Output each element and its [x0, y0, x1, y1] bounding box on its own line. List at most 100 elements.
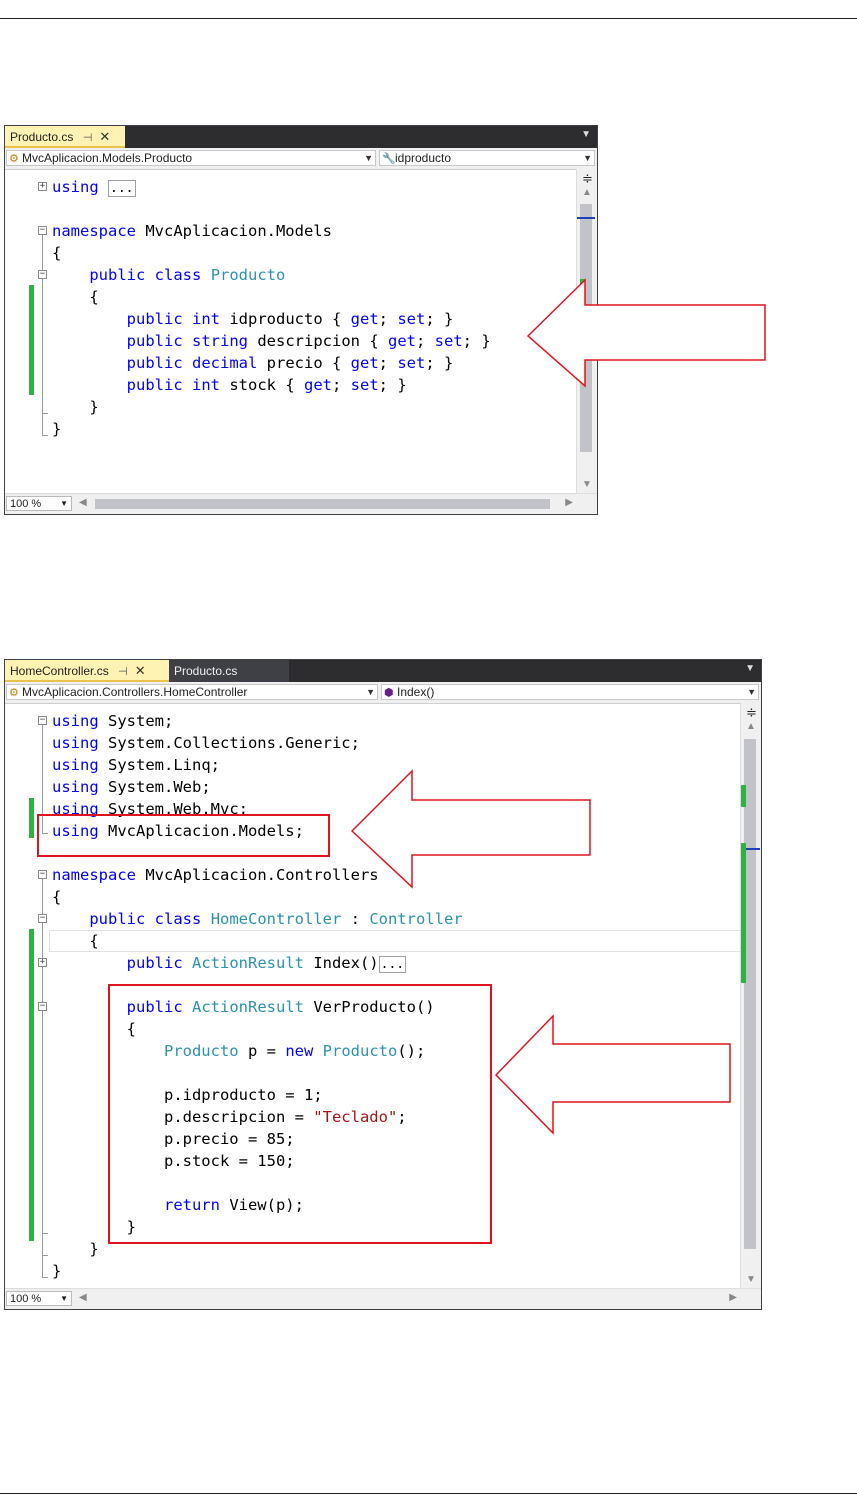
document-tab-bar: HomeController.cs ⊣ ✕ Producto.cs ▼: [5, 660, 761, 682]
chevron-down-icon: ▼: [583, 153, 592, 163]
pin-icon[interactable]: ⊣: [112, 666, 128, 678]
code-line[interactable]: }: [52, 396, 98, 418]
member-selector[interactable]: ⬢ Index() ▼: [381, 684, 759, 700]
code-token: using: [52, 778, 99, 796]
member-selector[interactable]: 🔧idproducto ▼: [379, 150, 595, 166]
collapse-icon[interactable]: −: [38, 226, 47, 235]
scroll-down-icon[interactable]: ▼: [582, 479, 592, 490]
code-line[interactable]: public class Producto: [52, 264, 285, 286]
split-icon[interactable]: ≑: [746, 705, 757, 721]
outline-guide: [42, 279, 43, 413]
scroll-right-icon[interactable]: ▶: [729, 1292, 737, 1303]
scroll-thumb[interactable]: [744, 739, 756, 1249]
code-line[interactable]: public int idproducto { get; set; }: [52, 308, 454, 330]
code-line[interactable]: {: [52, 286, 98, 308]
collapsed-region[interactable]: ...: [108, 180, 136, 197]
code-token: Index(): [303, 954, 379, 972]
close-icon[interactable]: ✕: [131, 663, 146, 678]
pin-icon[interactable]: ⊣: [77, 132, 93, 144]
close-icon[interactable]: ✕: [96, 129, 110, 144]
change-marker: [741, 785, 746, 807]
code-line[interactable]: public class HomeController : Controller: [52, 908, 462, 930]
code-area[interactable]: using ... namespace MvcAplicacion.Models {…: [5, 169, 577, 494]
code-line[interactable]: using ...: [52, 176, 136, 200]
code-token: System;: [98, 712, 174, 730]
scroll-up-icon[interactable]: ▲: [746, 721, 756, 732]
scroll-down-icon[interactable]: ▼: [746, 1274, 756, 1285]
code-line[interactable]: }: [52, 1238, 98, 1260]
code-token: public: [89, 266, 146, 284]
tab-producto-cs[interactable]: Producto.cs: [169, 660, 289, 682]
tab-homecontroller-cs[interactable]: HomeController.cs ⊣ ✕: [5, 660, 169, 682]
expand-icon[interactable]: +: [38, 182, 47, 191]
outline-guide: [42, 1277, 48, 1278]
code-token: using: [52, 756, 99, 774]
code-line[interactable]: namespace MvcAplicacion.Models: [52, 220, 332, 242]
code-line[interactable]: public ActionResult Index()...: [52, 952, 407, 976]
chevron-down-icon: ▼: [60, 1294, 68, 1303]
code-line[interactable]: {: [52, 886, 61, 908]
document-tab-bar: Producto.cs ⊣ ✕ ▼: [5, 126, 597, 148]
code-token: Producto: [210, 266, 286, 284]
collapse-icon[interactable]: −: [38, 870, 47, 879]
scroll-right-icon[interactable]: ▶: [565, 497, 573, 508]
scroll-left-icon[interactable]: ◀: [79, 1292, 87, 1303]
split-icon[interactable]: ≑: [582, 171, 593, 187]
outline-guide: [42, 435, 48, 436]
code-token: MvcAplicacion.Controllers: [136, 866, 379, 884]
horizontal-scroll-thumb[interactable]: [95, 499, 550, 509]
zoom-selector[interactable]: 100 % ▼: [6, 1291, 72, 1306]
type-selector-value: MvcAplicacion.Models.Producto: [22, 151, 193, 165]
code-line[interactable]: using System.Linq;: [52, 754, 220, 776]
collapse-icon[interactable]: −: [38, 1002, 47, 1011]
code-line[interactable]: using System;: [52, 710, 173, 732]
collapsed-region[interactable]: ...: [378, 956, 407, 973]
zoom-value: 100 %: [10, 498, 42, 510]
code-line[interactable]: }: [52, 418, 61, 440]
chevron-down-icon: ▼: [366, 687, 375, 697]
code-line[interactable]: namespace MvcAplicacion.Controllers: [52, 864, 379, 886]
collapse-icon[interactable]: −: [38, 914, 47, 923]
zoom-selector[interactable]: 100 % ▼: [6, 496, 72, 511]
code-line[interactable]: public int stock { get; set; }: [52, 374, 407, 396]
code-line[interactable]: }: [52, 1260, 61, 1282]
code-line[interactable]: using System.Collections.Generic;: [52, 732, 360, 754]
code-token: HomeController: [210, 910, 342, 928]
zoom-value: 100 %: [10, 1293, 42, 1305]
code-token: System.Linq;: [98, 756, 220, 774]
expand-icon[interactable]: +: [38, 958, 47, 967]
type-selector[interactable]: ⚙ MvcAplicacion.Models.Producto ▼: [6, 150, 376, 166]
code-token: int: [192, 376, 220, 394]
horizontal-scrollbar[interactable]: 100 % ▼ ◀ ▶: [5, 1288, 761, 1309]
code-line[interactable]: public string descripcion { get; set; }: [52, 330, 491, 352]
code-editor-producto: Producto.cs ⊣ ✕ ▼ ⚙ MvcAplicacion.Models.…: [4, 125, 598, 515]
vertical-scrollbar[interactable]: ≑ ▲ ▼: [740, 703, 761, 1289]
collapse-icon[interactable]: −: [38, 716, 47, 725]
code-line[interactable]: public decimal precio { get; set; }: [52, 352, 454, 374]
scroll-up-icon[interactable]: ▲: [582, 187, 592, 198]
tab-producto-cs[interactable]: Producto.cs ⊣ ✕: [5, 126, 125, 148]
code-line[interactable]: using System.Web;: [52, 776, 211, 798]
code-line[interactable]: {: [52, 242, 61, 264]
tab-dropdown-icon[interactable]: ▼: [745, 663, 755, 674]
tab-dropdown-icon[interactable]: ▼: [581, 129, 591, 140]
collapse-icon[interactable]: −: [38, 270, 47, 279]
code-token: ;: [378, 354, 398, 372]
chevron-down-icon: ▼: [747, 687, 756, 697]
type-selector[interactable]: ⚙ MvcAplicacion.Controllers.HomeControlle…: [6, 684, 378, 700]
code-token: set: [350, 376, 379, 394]
scroll-left-icon[interactable]: ◀: [79, 497, 87, 508]
horizontal-scrollbar[interactable]: 100 % ▼ ◀ ▶: [5, 493, 597, 514]
code-token: class: [154, 266, 202, 284]
code-token: System.Web;: [98, 778, 211, 796]
type-selector-value: MvcAplicacion.Controllers.HomeController: [22, 685, 248, 699]
annotation-arrow: [494, 1014, 731, 1135]
